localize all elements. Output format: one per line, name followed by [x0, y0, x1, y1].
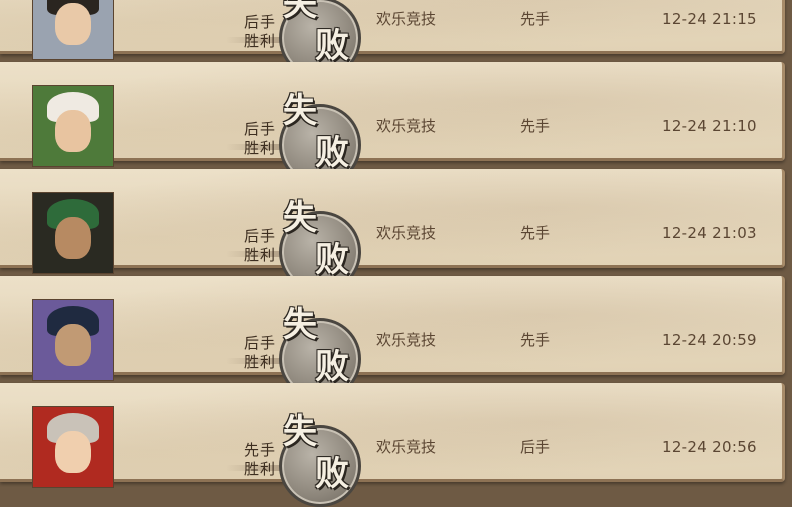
defeat-seal-icon: 失 败	[279, 308, 361, 400]
game-mode: 欢乐竞技	[376, 331, 437, 349]
player-avatar[interactable]	[32, 85, 114, 167]
game-mode: 欢乐竞技	[376, 224, 437, 242]
match-record-row[interactable]: 后手 胜利 失 败 欢乐竞技 先手 12-24 21:03	[0, 169, 785, 293]
match-record-row[interactable]: 后手 胜利 失 败 欢乐竞技 先手 12-24 21:10	[0, 62, 785, 186]
match-time: 12-24 21:03	[662, 224, 757, 242]
match-time: 12-24 21:10	[662, 117, 757, 135]
player-avatar[interactable]	[32, 0, 114, 60]
defeat-seal-icon: 失 败	[279, 94, 361, 186]
match-record-row[interactable]: 后手 胜利 失 败 欢乐竞技 先手 12-24 20:59	[0, 276, 785, 400]
player-avatar[interactable]	[32, 192, 114, 274]
game-mode: 欢乐竞技	[376, 438, 437, 456]
match-record-row[interactable]: 先手 胜利 失 败 欢乐竞技 后手 12-24 20:56	[0, 383, 785, 507]
match-time: 12-24 20:59	[662, 331, 757, 349]
play-order: 先手	[520, 117, 551, 135]
player-avatar[interactable]	[32, 406, 114, 488]
play-order: 后手	[520, 438, 551, 456]
player-avatar[interactable]	[32, 299, 114, 381]
play-order: 先手	[520, 331, 551, 349]
defeat-seal-icon: 失 败	[279, 201, 361, 293]
match-time: 12-24 21:15	[662, 10, 757, 28]
match-time: 12-24 20:56	[662, 438, 757, 456]
play-order: 先手	[520, 224, 551, 242]
game-mode: 欢乐竞技	[376, 117, 437, 135]
defeat-seal-icon: 失 败	[279, 0, 361, 79]
play-order: 先手	[520, 10, 551, 28]
defeat-seal-icon: 失 败	[279, 415, 361, 507]
match-record-row[interactable]: 后手 胜利 失 败 欢乐竞技 先手 12-24 21:15	[0, 0, 785, 79]
game-mode: 欢乐竞技	[376, 10, 437, 28]
